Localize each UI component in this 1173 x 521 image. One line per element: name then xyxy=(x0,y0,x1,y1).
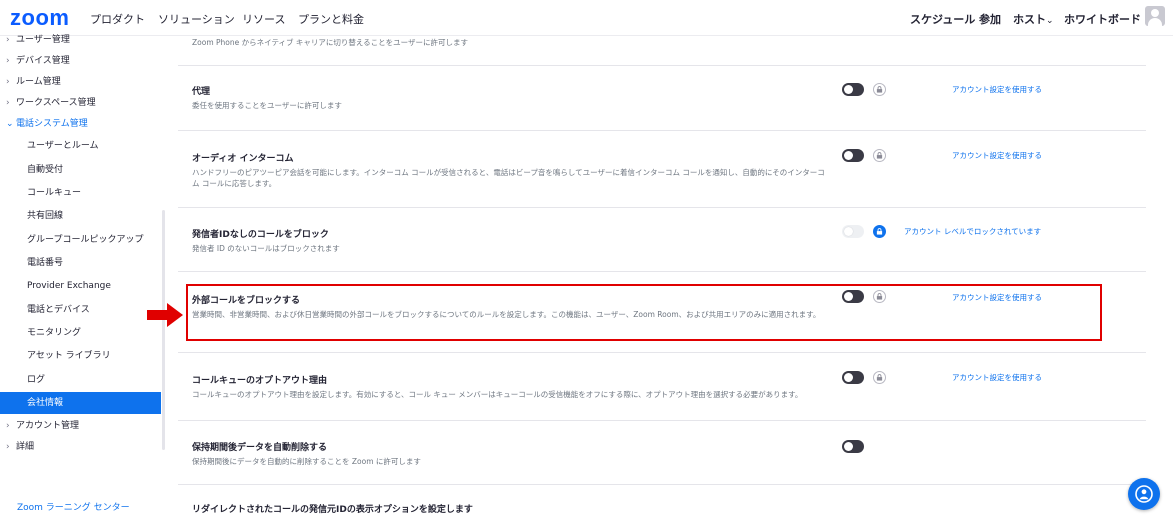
sidebar-item-auto-receptionist[interactable]: 自動受付 xyxy=(0,159,161,181)
chevron-right-icon: › xyxy=(6,35,10,45)
sidebar-item-advanced[interactable]: › 詳細 xyxy=(0,436,161,458)
use-account-setting-link[interactable]: アカウント設定を使用する xyxy=(952,372,1042,383)
setting-title-auto-delete: 保持期間後データを自動削除する xyxy=(192,443,328,453)
setting-title-queue-opt-out: コールキューのオプトアウト理由 xyxy=(192,376,328,386)
divider xyxy=(178,484,1146,485)
arrow-right-icon xyxy=(147,303,183,327)
sidebar-item-monitoring[interactable]: モニタリング xyxy=(0,322,161,344)
sidebar-item-asset-library[interactable]: アセット ライブラリ xyxy=(0,345,161,367)
divider xyxy=(178,65,1146,66)
nav-host-label: ホスト xyxy=(1013,13,1046,26)
sidebar-item-label: ユーザー管理 xyxy=(16,35,70,45)
setting-title-audio-intercom: オーディオ インターコム xyxy=(192,154,294,164)
toggle-queue-opt-out[interactable] xyxy=(842,371,864,384)
setting-title-redirected-caller-id: リダイレクトされたコールの発信元IDの表示オプションを設定します xyxy=(192,505,473,515)
nav-resources[interactable]: リソース xyxy=(242,11,285,27)
chevron-down-icon: ⌄ xyxy=(6,119,14,129)
chevron-right-icon: › xyxy=(6,56,10,66)
top-nav: zoom プロダクト ソリューション リソース プランと料金 スケジュール 参加… xyxy=(0,0,1173,36)
nav-whiteboard[interactable]: ホワイトボード xyxy=(1064,11,1141,27)
setting-desc-block-no-caller-id: 発信者 ID のないコールはブロックされます xyxy=(192,244,340,253)
nav-pricing[interactable]: プランと料金 xyxy=(298,11,364,27)
locked-at-account-level-link[interactable]: アカウント レベルでロックされています xyxy=(904,226,1041,237)
sidebar-item-label: ルーム管理 xyxy=(16,77,61,87)
toggle-block-no-caller-id[interactable] xyxy=(842,225,864,238)
toggle-audio-intercom[interactable] xyxy=(842,149,864,162)
chevron-right-icon: › xyxy=(6,98,10,108)
sidebar-item-provider-exchange[interactable]: Provider Exchange xyxy=(0,275,161,297)
sidebar-item-account-management[interactable]: › アカウント管理 xyxy=(0,415,161,437)
sidebar-item-label: アカウント管理 xyxy=(16,421,80,431)
sidebar-item-user-management[interactable]: › ユーザー管理 xyxy=(0,29,161,51)
sidebar-item-room-management[interactable]: › ルーム管理 xyxy=(0,71,161,93)
sidebar-item-group-pickup[interactable]: グループコールピックアップ xyxy=(0,229,161,251)
chevron-down-icon: ⌄ xyxy=(1046,16,1054,26)
user-avatar-icon[interactable] xyxy=(1145,6,1165,26)
divider xyxy=(178,271,1146,272)
divider xyxy=(178,130,1146,131)
nav-solutions[interactable]: ソリューション xyxy=(158,11,235,27)
sidebar-item-label: 電話システム管理 xyxy=(16,119,88,129)
setting-desc-queue-opt-out: コールキューのオプトアウト理由を設定します。有効にすると、コール キュー メンバ… xyxy=(192,390,803,399)
lock-icon[interactable] xyxy=(873,371,886,384)
sidebar-item-phone-numbers[interactable]: 電話番号 xyxy=(0,252,161,274)
sidebar-item-label: デバイス管理 xyxy=(16,56,70,66)
help-icon xyxy=(1135,485,1153,503)
help-button[interactable] xyxy=(1128,478,1160,510)
use-account-setting-link[interactable]: アカウント設定を使用する xyxy=(952,84,1042,95)
sidebar-item-users-rooms[interactable]: ユーザーとルーム xyxy=(0,135,161,157)
lock-icon[interactable] xyxy=(873,83,886,96)
lock-icon[interactable] xyxy=(873,149,886,162)
setting-title-block-no-caller-id: 発信者IDなしのコールをブロック xyxy=(192,230,329,240)
divider xyxy=(178,207,1146,208)
lock-icon[interactable] xyxy=(873,225,886,238)
sidebar-item-phones-devices[interactable]: 電話とデバイス xyxy=(0,299,161,321)
nav-schedule[interactable]: スケジュール xyxy=(910,11,975,27)
setting-desc-audio-intercom: ハンドフリーのピアツーピア会話を可能にします。インターコム コールが受信されると… xyxy=(192,168,825,188)
divider xyxy=(178,420,1146,421)
toggle-auto-delete[interactable] xyxy=(842,440,864,453)
sidebar-item-label: ワークスペース管理 xyxy=(16,98,96,108)
setting-desc-auto-delete: 保持期間後にデータを自動的に削除することを Zoom に許可します xyxy=(192,457,421,466)
nav-join[interactable]: 参加 xyxy=(979,11,1001,27)
zoom-logo[interactable]: zoom xyxy=(10,5,69,31)
sidebar-item-label: 詳細 xyxy=(16,442,35,452)
sidebar-item-logs[interactable]: ログ xyxy=(0,369,161,391)
sidebar-item-workspace-management[interactable]: › ワークスペース管理 xyxy=(0,92,161,114)
chevron-right-icon: › xyxy=(6,421,10,431)
sidebar-item-call-queue[interactable]: コールキュー xyxy=(0,182,161,204)
sidebar-item-device-management[interactable]: › デバイス管理 xyxy=(0,50,161,72)
divider xyxy=(178,352,1146,353)
sidebar-item-company-info[interactable]: 会社情報 xyxy=(0,392,161,414)
learning-center-link[interactable]: Zoom ラーニング センター xyxy=(17,500,130,513)
toggle-delegation[interactable] xyxy=(842,83,864,96)
chevron-right-icon: › xyxy=(6,77,10,87)
sidebar-item-shared-lines[interactable]: 共有回線 xyxy=(0,205,161,227)
setting-title-delegation: 代理 xyxy=(192,87,211,97)
sidebar-scrollbar[interactable] xyxy=(162,210,165,450)
setting-desc-delegation: 委任を使用することをユーザーに許可します xyxy=(192,101,342,110)
chevron-right-icon: › xyxy=(6,442,10,452)
highlight-box xyxy=(186,284,1102,341)
nav-products[interactable]: プロダクト xyxy=(90,11,145,27)
use-account-setting-link[interactable]: アカウント設定を使用する xyxy=(952,150,1042,161)
setting-desc-native-carrier: Zoom Phone からネイティブ キャリアに切り替えることをユーザーに許可し… xyxy=(192,38,469,47)
sidebar-item-phone-system[interactable]: ⌄ 電話システム管理 xyxy=(0,113,161,135)
nav-host[interactable]: ホスト⌄ xyxy=(1013,11,1054,27)
